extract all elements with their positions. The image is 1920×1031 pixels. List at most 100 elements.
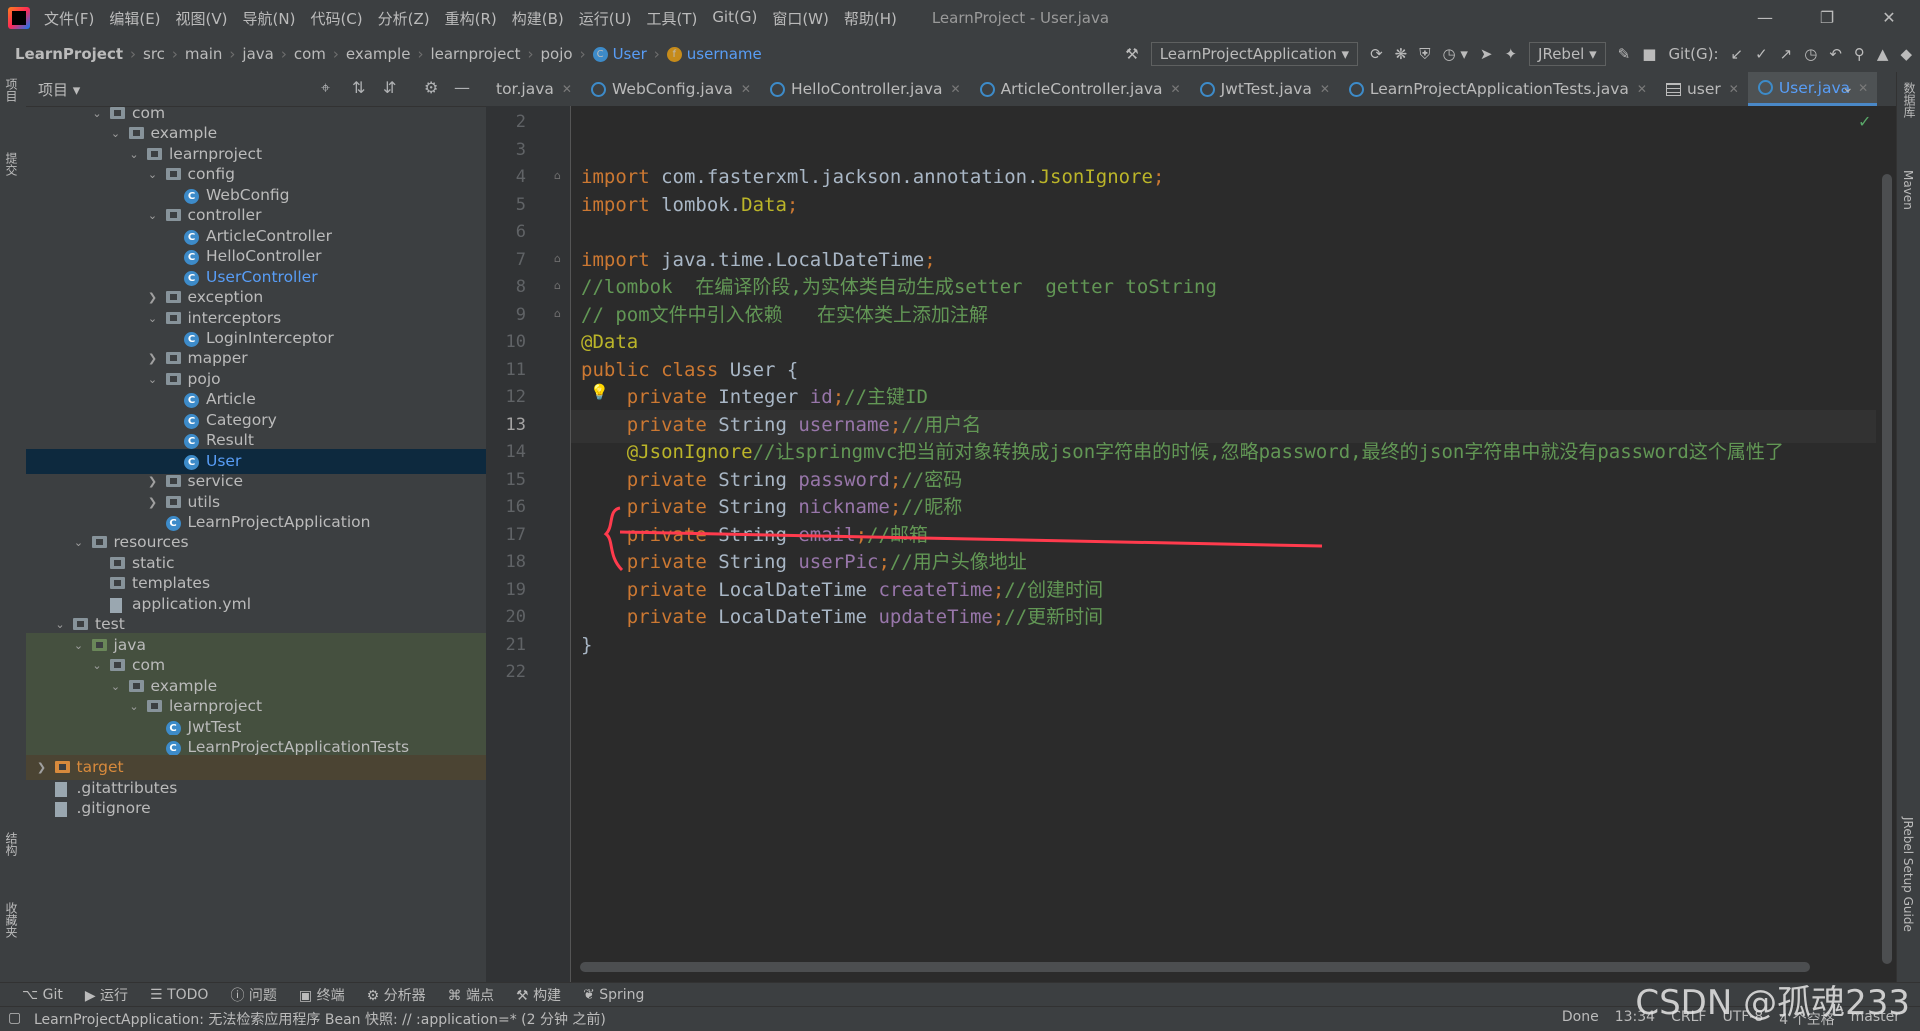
editor-tab[interactable]: ArticleController.java ✕ — [970, 72, 1190, 106]
menu-item[interactable]: 分析(Z) — [378, 8, 430, 29]
favorites-tool-tab[interactable]: 收藏夹 — [3, 902, 20, 938]
commit-tool-tab[interactable]: 提交 — [3, 152, 20, 176]
menu-item[interactable]: 运行(U) — [579, 8, 632, 29]
breadcrumb-item[interactable]: com — [294, 45, 326, 63]
menu-item[interactable]: 窗口(W) — [772, 8, 829, 29]
editor-tab[interactable]: HelloController.java ✕ — [760, 72, 970, 106]
collapse-all-icon[interactable]: ⇵ — [383, 78, 396, 97]
editor-tab[interactable]: User.java ✕ — [1747, 72, 1878, 106]
code-line[interactable]: } — [581, 629, 592, 661]
tree-node[interactable]: .gitignore — [26, 796, 486, 821]
menu-item[interactable]: 工具(T) — [646, 8, 697, 29]
menu-item[interactable]: Git(G) — [712, 8, 757, 29]
menu-item[interactable]: 编辑(E) — [109, 8, 160, 29]
restore-icon[interactable]: ❐ — [1796, 0, 1858, 36]
fold-marker-icon[interactable]: ⌂ — [554, 307, 561, 320]
code-line[interactable]: // pom文件中引入依赖 在实体类上添加注解 — [581, 299, 988, 331]
debug-icon[interactable]: ❋ — [1395, 45, 1408, 63]
menu-item[interactable]: 代码(C) — [310, 8, 362, 29]
menu-item[interactable]: 导航(N) — [243, 8, 296, 29]
close-icon[interactable]: ✕ — [1858, 0, 1920, 36]
status-done[interactable]: Done — [1562, 1009, 1599, 1029]
git-update-icon[interactable]: ↙ — [1731, 45, 1744, 63]
bottom-tool-5[interactable]: ⚙ 分析器 — [367, 985, 426, 1005]
hide-panel-icon[interactable]: — — [454, 78, 470, 97]
editor-vertical-scrollbar[interactable] — [1876, 106, 1896, 982]
bottom-tool-3[interactable]: ⓘ 问题 — [230, 985, 276, 1005]
fold-marker-icon[interactable]: ⌂ — [554, 279, 561, 292]
editor-tab[interactable]: JwtTest.java ✕ — [1190, 72, 1339, 106]
minimize-icon[interactable]: — — [1734, 0, 1796, 36]
tab-close-icon[interactable]: ✕ — [1171, 72, 1181, 106]
attach-icon[interactable]: ✎ — [1618, 45, 1631, 63]
breadcrumb-item[interactable]: pojo — [541, 45, 573, 63]
coverage-icon[interactable]: ⛨ — [1419, 45, 1430, 63]
search-icon[interactable]: ⚲ — [1854, 45, 1865, 63]
code-line[interactable]: import lombok.Data; — [581, 189, 798, 221]
breadcrumb-item[interactable]: LearnProject — [15, 45, 123, 63]
breadcrumb-item[interactable]: C User — [592, 45, 647, 63]
menu-item[interactable]: 重构(R) — [445, 8, 497, 29]
build-hammer-icon[interactable]: ⚒ — [1125, 45, 1138, 63]
tab-close-icon[interactable]: ✕ — [1320, 72, 1330, 106]
profile-icon[interactable]: ◷ ▾ — [1442, 45, 1467, 63]
maven-tool-tab[interactable]: Maven — [1901, 170, 1915, 210]
breadcrumb-item[interactable]: main — [185, 45, 222, 63]
intention-bulb-icon[interactable]: 💡 — [590, 383, 609, 401]
jrebel-guide-tool-tab[interactable]: JRebel Setup Guide — [1901, 817, 1915, 932]
tab-close-icon[interactable]: ✕ — [1858, 72, 1868, 105]
menu-item[interactable]: 文件(F) — [44, 8, 94, 29]
status-toggle-icon[interactable]: ▢ — [8, 1010, 21, 1026]
bottom-tool-4[interactable]: ▣ 终端 — [299, 985, 345, 1005]
tab-close-icon[interactable]: ✕ — [951, 72, 961, 106]
tab-close-icon[interactable]: ✕ — [562, 72, 572, 106]
rollback-icon[interactable]: ↶ — [1829, 45, 1842, 63]
git-commit-icon[interactable]: ✓ — [1755, 45, 1768, 63]
history-icon[interactable]: ◷ — [1804, 45, 1817, 63]
project-tool-tab[interactable]: 项目 — [3, 78, 20, 102]
breadcrumb-item[interactable]: learnproject — [430, 45, 520, 63]
bottom-tool-2[interactable]: ☰ TODO — [150, 987, 208, 1003]
jrebel-debug-icon[interactable]: ✦ — [1504, 45, 1517, 63]
editor-tab[interactable]: user ✕ — [1656, 72, 1748, 106]
tab-close-icon[interactable]: ✕ — [1729, 72, 1739, 106]
menu-item[interactable]: 帮助(H) — [844, 8, 897, 29]
breadcrumb-item[interactable]: f username — [666, 45, 762, 63]
bottom-tool-0[interactable]: ⌥ Git — [22, 987, 63, 1003]
breadcrumb-item[interactable]: example — [346, 45, 411, 63]
vertical-scrollbar-thumb[interactable] — [1882, 174, 1892, 964]
tab-close-icon[interactable]: ✕ — [741, 72, 751, 106]
project-panel-title[interactable]: 项目 ▾ — [38, 79, 80, 100]
breadcrumb-item[interactable]: src — [143, 45, 165, 63]
tab-close-icon[interactable]: ✕ — [1637, 72, 1647, 106]
editor-tab[interactable]: tor.java ✕ — [486, 72, 581, 106]
tabs-menu-icon[interactable]: ⌄ — [1842, 80, 1854, 96]
git-push-icon[interactable]: ↗ — [1780, 45, 1793, 63]
jrebel-run-icon[interactable]: ➤ — [1480, 45, 1493, 63]
bottom-tool-1[interactable]: ▶ 运行 — [85, 985, 128, 1005]
structure-tool-tab[interactable]: 结构 — [3, 832, 20, 856]
rerun-icon[interactable]: ⟳ — [1370, 45, 1383, 63]
run-config-select[interactable]: LearnProjectApplication ▾ — [1150, 42, 1359, 66]
locate-icon[interactable]: ⌖ — [321, 78, 330, 98]
breadcrumb-item[interactable]: java — [242, 45, 273, 63]
editor-tab[interactable]: WebConfig.java ✕ — [581, 72, 760, 106]
expand-all-icon[interactable]: ⇅ — [352, 78, 365, 97]
plugin-icon[interactable]: ◆ — [1900, 45, 1912, 63]
bottom-tool-7[interactable]: ⚒ 构建 — [516, 985, 561, 1005]
database-tool-tab[interactable]: 数据库 — [1901, 82, 1918, 118]
menu-item[interactable]: 构建(B) — [512, 8, 564, 29]
gear-icon[interactable]: ⚙ — [424, 78, 438, 97]
bottom-tool-8[interactable]: ❦ Spring — [583, 987, 644, 1003]
bottom-tool-6[interactable]: ⌘ 端点 — [448, 985, 494, 1005]
menu-item[interactable]: 视图(V) — [176, 8, 228, 29]
stop-icon[interactable]: ■ — [1642, 45, 1656, 63]
code-line[interactable]: private LocalDateTime updateTime;//更新时间 — [581, 601, 1103, 633]
editor-tab[interactable]: LearnProjectApplicationTests.java ✕ — [1339, 72, 1656, 106]
editor-horizontal-scrollbar[interactable] — [580, 962, 1810, 972]
status-message[interactable]: LearnProjectApplication: 无法检索应用程序 Bean 快… — [34, 1009, 606, 1029]
fold-marker-icon[interactable]: ⌂ — [554, 169, 561, 182]
update-icon[interactable]: ▲ — [1877, 45, 1889, 63]
jrebel-select[interactable]: JRebel ▾ — [1529, 42, 1606, 66]
fold-marker-icon[interactable]: ⌂ — [554, 252, 561, 265]
